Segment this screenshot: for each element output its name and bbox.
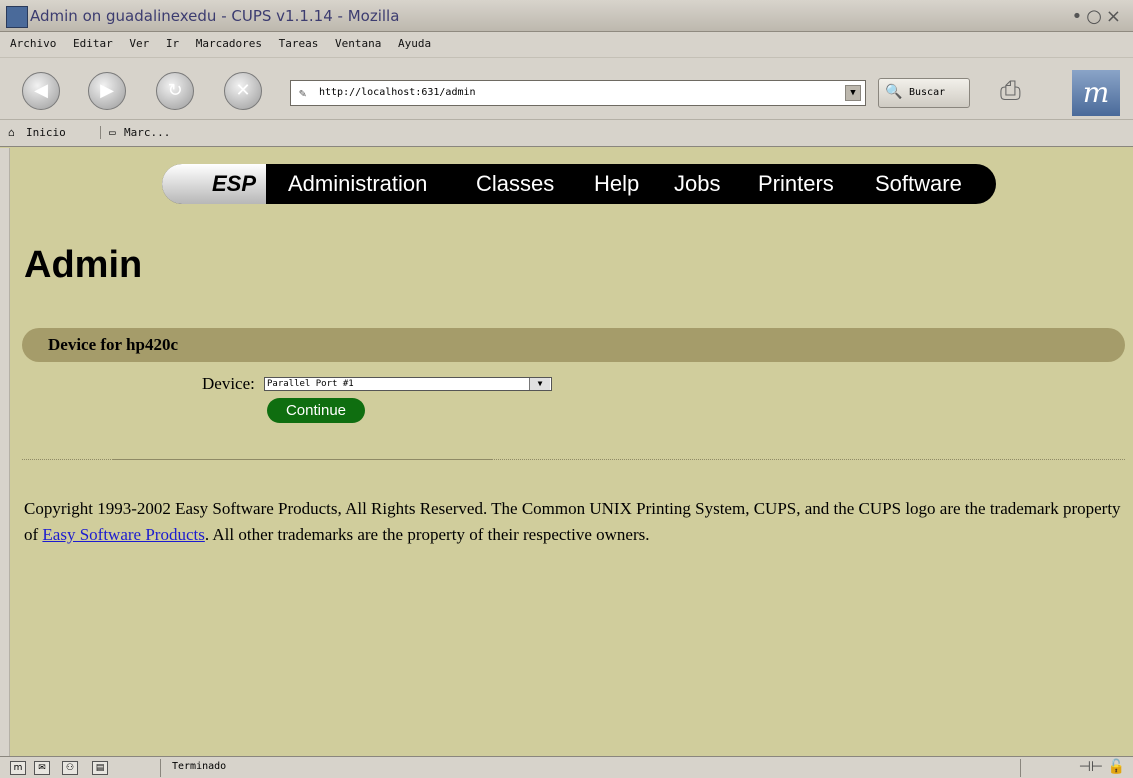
copyright-text-after: . All other trademarks are the property … — [204, 525, 650, 544]
forward-arrow-icon: ▶ — [100, 80, 114, 101]
bookmark-home[interactable]: Inicio — [26, 126, 66, 139]
status-separator — [160, 759, 161, 777]
device-select[interactable]: Parallel Port #1 ▼ — [264, 377, 552, 391]
device-select-value: Parallel Port #1 — [267, 379, 354, 389]
menu-bar: Archivo Editar Ver Ir Marcadores Tareas … — [0, 32, 1133, 58]
bookmarks-bar: ⌂ Inicio ▭ Marc... — [0, 120, 1133, 147]
horizontal-divider — [22, 459, 1125, 460]
menu-archivo[interactable]: Archivo — [10, 37, 56, 50]
print-button[interactable]: ⎙ — [1000, 76, 1021, 107]
menu-marcadores[interactable]: Marcadores — [196, 37, 262, 50]
status-text: Terminado — [172, 761, 227, 772]
navigator-icon[interactable]: m — [10, 761, 26, 775]
copyright-text: Copyright 1993-2002 Easy Software Produc… — [24, 496, 1129, 548]
dropdown-arrow-icon[interactable]: ▼ — [529, 378, 550, 390]
navigation-toolbar: ◀ ▶ ↻ ✕ ✎ http://localhost:631/admin ▼ 🔍… — [0, 58, 1133, 120]
bookmarks-folder-icon: ▭ — [100, 126, 116, 139]
easy-software-products-link[interactable]: Easy Software Products — [42, 525, 204, 544]
cups-navigation-bar: ESP Administration Classes Help Jobs Pri… — [162, 164, 996, 204]
security-lock-icon[interactable]: ⊣⊢ 🔓 — [1079, 759, 1125, 775]
menu-tareas[interactable]: Tareas — [279, 37, 319, 50]
mozilla-app-icon — [6, 6, 28, 28]
search-label: Buscar — [909, 87, 946, 98]
left-sidebar-edge — [0, 148, 10, 756]
nav-link-classes[interactable]: Classes — [476, 171, 554, 197]
section-header: Device for hp420c — [22, 328, 1125, 362]
back-button[interactable]: ◀ — [22, 72, 60, 110]
mail-icon[interactable]: ✉ — [34, 761, 50, 775]
nav-link-software[interactable]: Software — [875, 171, 962, 197]
stop-button[interactable]: ✕ — [224, 72, 262, 110]
status-bar: m ✉ ⚇ ▤ Terminado ⊣⊢ 🔓 — [0, 756, 1133, 778]
minimize-icon[interactable]: • — [1072, 6, 1087, 27]
maximize-icon[interactable]: ○ — [1086, 6, 1106, 27]
menu-ir[interactable]: Ir — [166, 37, 179, 50]
continue-button[interactable]: Continue — [267, 398, 365, 423]
window-title: Admin on guadalinexedu - CUPS v1.1.14 - … — [30, 7, 400, 25]
page-icon: ✎ — [299, 86, 307, 100]
chat-icon[interactable]: ⚇ — [62, 761, 78, 775]
divider-line — [112, 459, 492, 460]
url-dropdown-icon[interactable]: ▼ — [845, 85, 861, 101]
menu-ver[interactable]: Ver — [129, 37, 149, 50]
home-icon: ⌂ — [8, 126, 15, 139]
nav-link-administration[interactable]: Administration — [288, 171, 427, 197]
menu-ayuda[interactable]: Ayuda — [398, 37, 431, 50]
close-icon[interactable]: × — [1106, 6, 1125, 27]
url-field[interactable]: ✎ http://localhost:631/admin ▼ — [290, 80, 866, 106]
section-title: Device for hp420c — [48, 335, 178, 354]
device-label: Device: — [202, 374, 255, 393]
esp-logo-link[interactable]: ESP — [162, 164, 266, 204]
printer-icon: ⎙ — [1000, 76, 1021, 106]
stop-icon: ✕ — [235, 80, 251, 101]
page-title: Admin — [24, 244, 143, 286]
forward-button[interactable]: ▶ — [88, 72, 126, 110]
back-arrow-icon: ◀ — [34, 80, 48, 101]
bookmark-marcadores[interactable]: Marc... — [124, 126, 170, 139]
nav-link-help[interactable]: Help — [594, 171, 639, 197]
search-button[interactable]: 🔍 Buscar — [878, 78, 970, 108]
window-controls[interactable]: •○× — [1072, 6, 1125, 27]
status-separator-right — [1020, 759, 1021, 777]
reload-button[interactable]: ↻ — [156, 72, 194, 110]
mozilla-throbber-logo: m — [1072, 70, 1120, 116]
menu-ventana[interactable]: Ventana — [335, 37, 381, 50]
composer-icon[interactable]: ▤ — [92, 761, 108, 775]
nav-link-printers[interactable]: Printers — [758, 171, 834, 197]
url-text: http://localhost:631/admin — [319, 87, 476, 98]
window-titlebar: Admin on guadalinexedu - CUPS v1.1.14 - … — [0, 0, 1133, 32]
page-content: ESP Administration Classes Help Jobs Pri… — [10, 148, 1133, 756]
nav-link-jobs[interactable]: Jobs — [674, 171, 720, 197]
search-icon: 🔍 — [885, 84, 903, 100]
reload-icon: ↻ — [167, 80, 183, 101]
menu-editar[interactable]: Editar — [73, 37, 113, 50]
